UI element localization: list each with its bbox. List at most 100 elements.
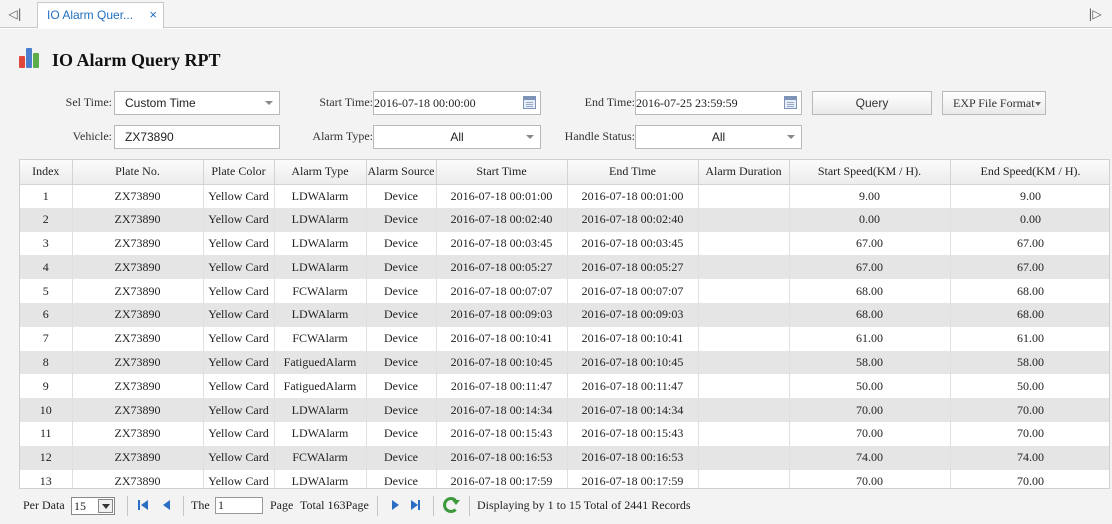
table-row[interactable]: 2 ZX73890 Yellow Card LDWAlarm Device 2016-07… xyxy=(20,207,1109,232)
table-cell: 2016-07-18 00:07:07 xyxy=(567,279,699,303)
table-cell xyxy=(698,326,790,351)
table-cell: Device xyxy=(366,398,437,422)
column-header[interactable]: Start Time xyxy=(436,160,568,185)
column-header[interactable]: End Speed(KM / H). xyxy=(950,160,1109,185)
table-cell: 2016-07-18 00:10:45 xyxy=(567,350,699,375)
column-header[interactable]: Alarm Duration xyxy=(698,160,790,185)
table-cell xyxy=(698,184,790,208)
table-cell: 2016-07-18 00:05:27 xyxy=(567,255,699,280)
tab-scroll-left-icon[interactable]: ◁| xyxy=(4,4,26,24)
column-header[interactable]: Index xyxy=(20,160,73,185)
close-icon[interactable]: × xyxy=(149,3,157,27)
table-cell xyxy=(698,398,790,422)
table-row[interactable]: 7 ZX73890 Yellow Card FCWAlarm Device 2016-07… xyxy=(20,326,1109,351)
table-cell: ZX73890 xyxy=(72,184,204,208)
table-row[interactable]: 5 ZX73890 Yellow Card FCWAlarm Device 2016-07… xyxy=(20,279,1109,303)
table-row[interactable]: 1 ZX73890 Yellow Card LDWAlarm Device 2016-07… xyxy=(20,184,1109,208)
divider xyxy=(433,496,434,516)
table-row[interactable]: 8 ZX73890 Yellow Card FatiguedAlarm Device 20… xyxy=(20,350,1109,375)
page-title: IO Alarm Query RPT xyxy=(52,50,221,70)
table-row[interactable]: 6 ZX73890 Yellow Card LDWAlarm Device 2016-07… xyxy=(20,302,1109,327)
end-time-field[interactable]: 2016-07-25 23:59:59 xyxy=(635,91,802,115)
column-header[interactable]: Alarm Type xyxy=(274,160,367,185)
vehicle-input[interactable]: ZX73890 xyxy=(114,125,280,149)
table-cell: 68.00 xyxy=(950,302,1109,327)
pager: Per Data 15 The 1 Page Total 163Page Dis… xyxy=(19,490,1110,521)
column-header[interactable]: Plate Color xyxy=(203,160,275,185)
chevron-down-icon xyxy=(98,499,113,513)
grid-body: 1 ZX73890 Yellow Card LDWAlarm Device 2016-07… xyxy=(20,184,1109,488)
table-cell: 2016-07-18 00:09:03 xyxy=(436,302,568,327)
table-cell: ZX73890 xyxy=(72,326,204,351)
last-page-icon[interactable] xyxy=(409,498,423,512)
table-cell: 0.00 xyxy=(950,207,1109,232)
alarm-table: Index Plate No. Plate Color Alarm Type Alarm… xyxy=(20,160,1109,488)
tab-io-alarm-query[interactable]: IO Alarm Quer... × xyxy=(37,2,164,29)
tab-scroll-right-icon[interactable]: |▷ xyxy=(1084,4,1106,24)
table-row[interactable]: 3 ZX73890 Yellow Card LDWAlarm Device 2016-07… xyxy=(20,231,1109,256)
handle-status-select[interactable]: All xyxy=(635,125,802,149)
table-cell: 2016-07-18 00:14:34 xyxy=(567,398,699,422)
query-button[interactable]: Query xyxy=(812,91,932,115)
table-cell: LDWAlarm xyxy=(274,421,367,446)
table-row[interactable]: 13 ZX73890 Yellow Card LDWAlarm Device 2016-0… xyxy=(20,469,1109,488)
calendar-icon[interactable] xyxy=(784,96,797,109)
table-cell: 2016-07-18 00:01:00 xyxy=(567,184,699,208)
table-cell: Device xyxy=(366,421,437,446)
next-page-icon[interactable] xyxy=(389,498,403,512)
table-cell: Device xyxy=(366,184,437,208)
chevron-down-icon xyxy=(787,135,795,139)
column-header[interactable]: Alarm Source xyxy=(366,160,437,185)
table-cell: 58.00 xyxy=(950,350,1109,375)
alarm-type-select[interactable]: All xyxy=(373,125,541,149)
table-cell: Yellow Card xyxy=(203,184,275,208)
table-cell: Device xyxy=(366,302,437,327)
table-cell: 2016-07-18 00:15:43 xyxy=(436,421,568,446)
table-cell: 2016-07-18 00:05:27 xyxy=(436,255,568,280)
column-header[interactable]: Plate No. xyxy=(72,160,204,185)
divider xyxy=(469,496,470,516)
table-row[interactable]: 12 ZX73890 Yellow Card FCWAlarm Device 2016-0… xyxy=(20,445,1109,470)
table-cell: ZX73890 xyxy=(72,374,204,399)
table-cell: Device xyxy=(366,255,437,280)
handle-status-value: All xyxy=(711,130,726,144)
per-data-select[interactable]: 15 xyxy=(71,497,115,515)
table-cell: 70.00 xyxy=(789,421,951,446)
table-cell: 68.00 xyxy=(789,279,951,303)
table-cell: FatiguedAlarm xyxy=(274,350,367,375)
export-format-button[interactable]: EXP File Format xyxy=(942,91,1046,115)
sel-time-label: Sel Time: xyxy=(65,95,112,109)
table-cell: Yellow Card xyxy=(203,207,275,232)
table-cell: 2016-07-18 00:02:40 xyxy=(436,207,568,232)
table-cell: Yellow Card xyxy=(203,255,275,280)
table-row[interactable]: 4 ZX73890 Yellow Card LDWAlarm Device 2016-07… xyxy=(20,255,1109,280)
table-cell: Yellow Card xyxy=(203,326,275,351)
table-cell: 2016-07-18 00:10:45 xyxy=(436,350,568,375)
prev-page-icon[interactable] xyxy=(161,498,175,512)
calendar-icon[interactable] xyxy=(523,96,536,109)
total-pages-text: Total 163Page xyxy=(300,498,369,512)
table-cell: 2016-07-18 00:16:53 xyxy=(436,445,568,470)
chevron-down-icon xyxy=(265,101,273,105)
column-header[interactable]: End Time xyxy=(567,160,699,185)
table-row[interactable]: 9 ZX73890 Yellow Card FatiguedAlarm Device 20… xyxy=(20,374,1109,399)
table-cell: LDWAlarm xyxy=(274,398,367,422)
refresh-icon[interactable] xyxy=(443,497,460,513)
table-cell: Device xyxy=(366,445,437,470)
table-cell: Yellow Card xyxy=(203,279,275,303)
table-cell: Device xyxy=(366,350,437,375)
page-number-input[interactable]: 1 xyxy=(215,497,263,514)
export-format-label: EXP File Format xyxy=(953,96,1035,110)
sel-time-select[interactable]: Custom Time xyxy=(114,91,280,115)
table-cell: 67.00 xyxy=(789,231,951,256)
start-time-field[interactable]: 2016-07-18 00:00:00 xyxy=(373,91,541,115)
per-data-label: Per Data xyxy=(23,498,65,512)
column-header[interactable]: Start Speed(KM / H). xyxy=(789,160,951,185)
first-page-icon[interactable] xyxy=(137,498,151,512)
tab-strip: ◁| IO Alarm Quer... × |▷ xyxy=(0,0,1112,29)
table-cell: 70.00 xyxy=(950,398,1109,422)
table-row[interactable]: 10 ZX73890 Yellow Card LDWAlarm Device 2016-0… xyxy=(20,398,1109,422)
table-cell xyxy=(698,279,790,303)
table-cell: FCWAlarm xyxy=(274,279,367,303)
table-row[interactable]: 11 ZX73890 Yellow Card LDWAlarm Device 2016-0… xyxy=(20,421,1109,446)
